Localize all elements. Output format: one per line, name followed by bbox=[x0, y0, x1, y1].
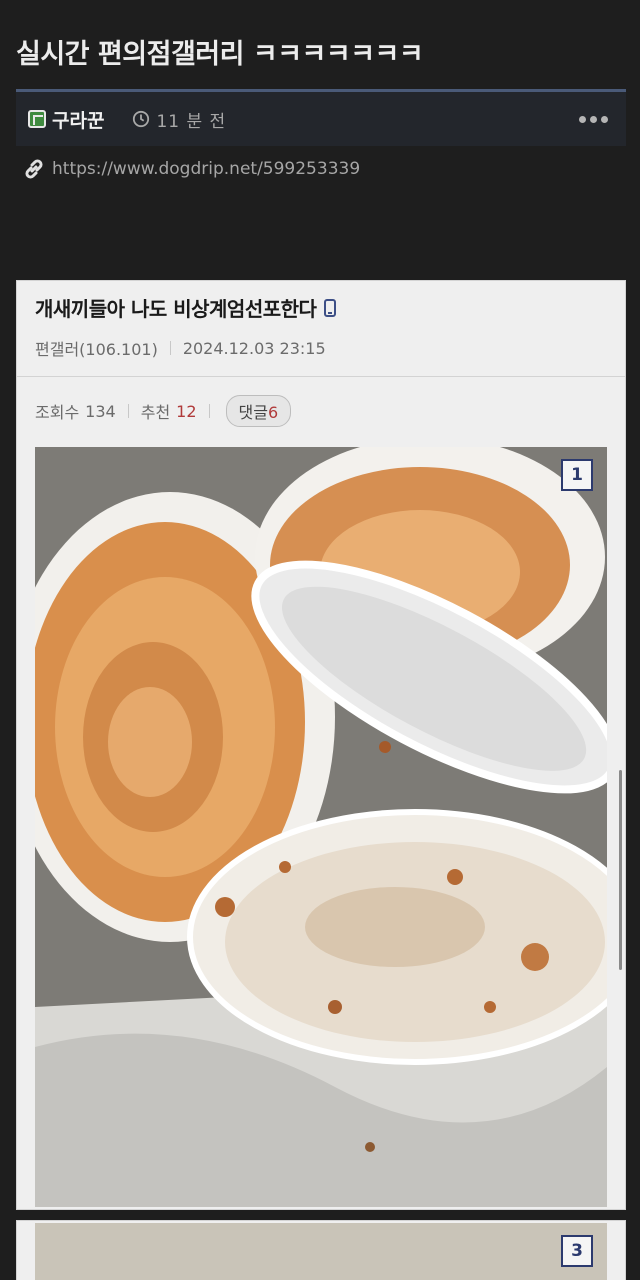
site-logo-icon bbox=[28, 110, 46, 128]
embedded-post-header: 개새끼들아 나도 비상계엄선포한다 편갤러(106.101) 2024.12.0… bbox=[17, 281, 625, 377]
comments-label: 댓글 bbox=[238, 403, 268, 422]
embedded-post-title: 개새끼들아 나도 비상계엄선포한다 bbox=[35, 293, 607, 322]
image-index-badge: 3 bbox=[561, 1235, 593, 1267]
post-link-row[interactable]: https://www.dogdrip.net/599253339 bbox=[22, 157, 360, 181]
embedded-datetime: 2024.12.03 23:15 bbox=[182, 338, 326, 358]
embedded-post-meta: 편갤러(106.101) 2024.12.03 23:15 bbox=[35, 336, 607, 360]
link-icon bbox=[25, 159, 43, 179]
embedded-screenshot-card: 개새끼들아 나도 비상계엄선포한다 편갤러(106.101) 2024.12.0… bbox=[16, 280, 626, 1210]
stats-divider bbox=[208, 404, 210, 418]
stats-divider bbox=[127, 404, 129, 418]
post-photo-food-containers: 1 bbox=[35, 447, 607, 1207]
post-meta-bar: 구라꾼 11 분 전 bbox=[16, 92, 626, 146]
post-photo-next: 3 bbox=[35, 1223, 607, 1280]
post-source-link[interactable]: https://www.dogdrip.net/599253339 bbox=[52, 159, 360, 179]
embedded-screenshot-card-next: 3 bbox=[16, 1220, 626, 1280]
post-time: 11 분 전 bbox=[156, 111, 227, 132]
post-title: 실시간 편의점갤러리 ㅋㅋㅋㅋㅋㅋㅋ bbox=[16, 39, 424, 70]
comments-pill: 댓글6 bbox=[225, 395, 292, 427]
recommend-count: 12 bbox=[176, 401, 197, 421]
embedded-title-text: 개새끼들아 나도 비상계엄선포한다 bbox=[35, 297, 317, 321]
embedded-stats: 조회수 134 추천 12 댓글6 bbox=[17, 377, 625, 445]
comments-count: 6 bbox=[267, 403, 279, 422]
clock-icon bbox=[133, 110, 150, 128]
author-name[interactable]: 구라꾼 bbox=[52, 106, 104, 133]
views-count: 134 bbox=[85, 401, 116, 421]
recommend-label: 추천 bbox=[140, 403, 171, 422]
views-label: 조회수 bbox=[35, 403, 80, 422]
meta-divider bbox=[169, 341, 171, 355]
more-dots-icon[interactable] bbox=[579, 115, 614, 123]
embedded-writer: 편갤러(106.101) bbox=[35, 340, 158, 359]
mobile-phone-icon bbox=[324, 298, 337, 317]
image-index-badge: 1 bbox=[561, 459, 593, 491]
scrollbar-thumb[interactable] bbox=[619, 770, 622, 970]
